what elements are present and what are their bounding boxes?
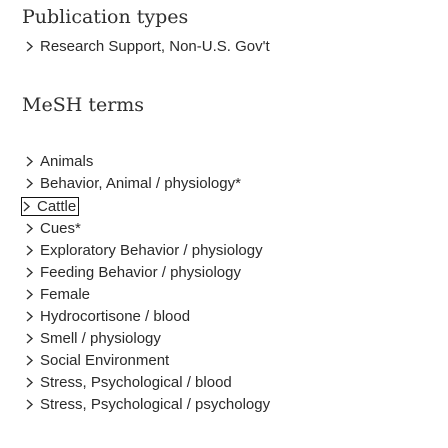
mesh-term-label: Behavior, Animal / physiology*	[40, 175, 241, 192]
chevron-right-icon	[25, 289, 34, 300]
chevron-right-icon	[25, 311, 34, 322]
mesh-term-label: Stress, Psychological / psychology	[40, 396, 271, 413]
mesh-term-label: Cues*	[40, 220, 81, 237]
chevron-right-icon	[25, 245, 34, 256]
mesh-terms-heading: MeSH terms	[22, 94, 145, 116]
chevron-right-icon	[25, 223, 34, 234]
mesh-term-label: Smell / physiology	[40, 330, 161, 347]
chevron-right-icon	[25, 41, 34, 52]
mesh-term-item[interactable]: Hydrocortisone / blood	[22, 306, 193, 328]
mesh-term-label: Female	[40, 286, 91, 303]
chevron-right-icon	[22, 201, 31, 212]
chevron-right-icon	[25, 377, 34, 388]
chevron-right-icon	[25, 399, 34, 410]
publication-type-item[interactable]: Research Support, Non-U.S. Gov't	[22, 36, 273, 58]
publication-types-heading: Publication types	[22, 6, 189, 28]
mesh-term-item[interactable]: Exploratory Behavior / physiology	[22, 240, 266, 262]
mesh-term-label: Exploratory Behavior / physiology	[40, 242, 263, 259]
mesh-term-label: Social Environment	[40, 352, 170, 369]
mesh-term-label: Cattle	[37, 198, 77, 215]
mesh-term-item[interactable]: Animals	[22, 151, 96, 173]
chevron-right-icon	[25, 178, 34, 189]
mesh-term-item[interactable]: Female	[22, 284, 93, 306]
mesh-term-item[interactable]: Behavior, Animal / physiology*	[22, 173, 244, 195]
mesh-term-label: Animals	[40, 153, 94, 170]
mesh-term-item[interactable]: Smell / physiology	[22, 328, 164, 350]
mesh-term-label: Feeding Behavior / physiology	[40, 264, 241, 281]
mesh-term-item[interactable]: Feeding Behavior / physiology	[22, 262, 244, 284]
mesh-term-item-focused[interactable]: Cattle	[21, 197, 80, 216]
mesh-term-item[interactable]: Stress, Psychological / blood	[22, 372, 235, 394]
chevron-right-icon	[25, 333, 34, 344]
chevron-right-icon	[25, 267, 34, 278]
mesh-term-label: Hydrocortisone / blood	[40, 308, 191, 325]
mesh-term-item[interactable]: Cues*	[22, 218, 84, 240]
publication-type-label: Research Support, Non-U.S. Gov't	[40, 38, 270, 55]
chevron-right-icon	[25, 355, 34, 366]
mesh-term-item[interactable]: Social Environment	[22, 350, 172, 372]
chevron-right-icon	[25, 156, 34, 167]
mesh-term-item[interactable]: Stress, Psychological / psychology	[22, 394, 273, 416]
mesh-term-label: Stress, Psychological / blood	[40, 374, 232, 391]
